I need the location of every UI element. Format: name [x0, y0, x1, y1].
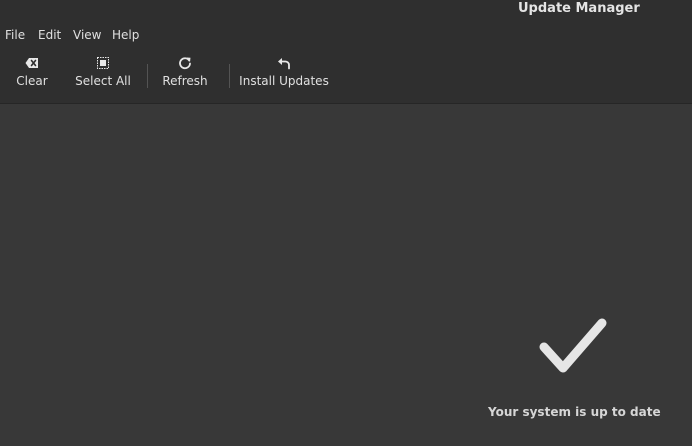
- menu-help[interactable]: Help: [112, 28, 139, 42]
- toolbar: Clear Select All Refresh Install Updates: [0, 48, 692, 104]
- backspace-clear-icon: [25, 58, 38, 68]
- clear-button[interactable]: Clear: [12, 56, 52, 96]
- refresh-icon: [179, 57, 191, 70]
- status-message: Your system is up to date: [488, 405, 661, 419]
- updates-list-area[interactable]: Your system is up to date: [0, 104, 692, 446]
- checkmark-icon: [539, 318, 607, 373]
- menu-bar: File Edit View Help: [0, 22, 692, 48]
- menu-file[interactable]: File: [5, 28, 25, 42]
- install-updates-button[interactable]: Install Updates: [239, 56, 329, 96]
- install-updates-icon: [278, 58, 290, 70]
- window-title: Update Manager: [518, 1, 640, 16]
- up-to-date-status: Your system is up to date: [488, 316, 661, 419]
- select-all-label: Select All: [75, 74, 131, 88]
- update-manager-window: Update Manager File Edit View Help Clear…: [0, 0, 692, 446]
- clear-label: Clear: [16, 74, 48, 88]
- toolbar-separator: [147, 64, 148, 88]
- title-bar[interactable]: Update Manager: [0, 0, 692, 22]
- select-all-button[interactable]: Select All: [74, 56, 132, 96]
- toolbar-separator: [229, 64, 230, 88]
- menu-view[interactable]: View: [73, 28, 101, 42]
- menu-edit[interactable]: Edit: [38, 28, 61, 42]
- refresh-button[interactable]: Refresh: [159, 56, 211, 96]
- install-updates-label: Install Updates: [239, 74, 329, 88]
- select-all-icon: [97, 57, 109, 69]
- refresh-label: Refresh: [162, 74, 208, 88]
